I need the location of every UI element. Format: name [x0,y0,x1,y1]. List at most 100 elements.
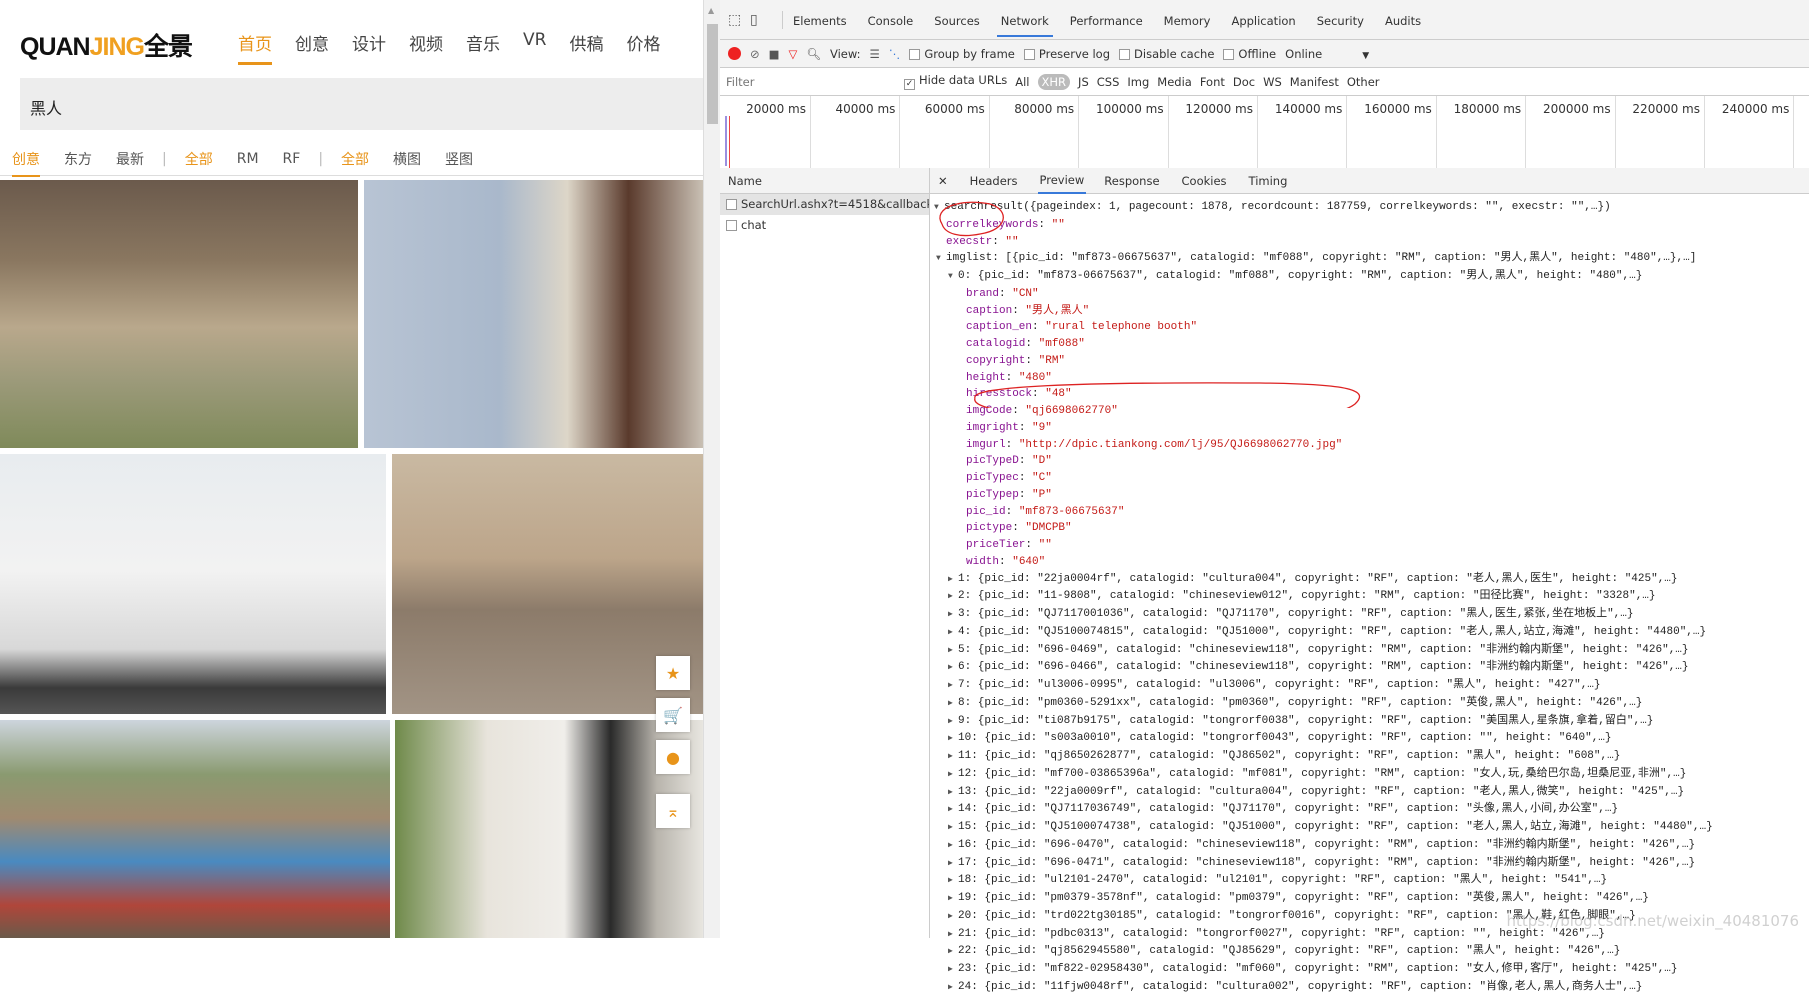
tab-network[interactable]: Network [996,3,1053,37]
json-item[interactable]: ▶ 15: {pic_id: "QJ5100074738", catalogid:… [934,819,1713,837]
waterfall-icon[interactable]: ⋱ [889,47,901,61]
tab-application[interactable]: Application [1231,3,1295,37]
json-item[interactable]: ▼ 0: {pic_id: "mf873-06675637", catalogid… [934,268,1713,286]
filter-icon[interactable]: ▽ [789,47,798,61]
throttling-select[interactable]: Online ▼ [1285,47,1369,61]
nav-item[interactable]: 价格 [626,30,660,65]
filter-option[interactable]: 最新 [116,149,144,169]
triangle-right-icon[interactable]: ▶ [948,607,958,624]
search-input[interactable]: 黑人 [20,78,703,130]
json-root[interactable]: ▼ searchresult({pageindex: 1, pagecount: … [934,199,1713,217]
triangle-right-icon[interactable]: ▶ [948,731,958,748]
disable-cache-checkbox[interactable]: Disable cache [1119,47,1214,61]
triangle-down-icon[interactable]: ▼ [934,200,944,217]
network-overview-timeline[interactable]: 20000 ms 40000 ms 60000 ms 80000 ms 100000 m… [720,96,1809,176]
name-column-header[interactable]: Name [720,168,929,194]
triangle-right-icon[interactable]: ▶ [948,660,958,677]
json-item[interactable]: ▶ 5: {pic_id: "696-0469", catalogid: "chi… [934,642,1713,660]
nav-item[interactable]: 首页 [238,30,272,65]
filter-option[interactable]: 全部 [341,149,369,169]
photo-phone-booth[interactable] [0,180,358,448]
search-icon[interactable]: 🔍︎ [806,47,821,61]
type-filter-xhr[interactable]: XHR [1037,73,1071,90]
tab-cookies[interactable]: Cookies [1182,174,1227,188]
triangle-right-icon[interactable]: ▶ [948,944,958,961]
triangle-right-icon[interactable]: ▶ [948,785,958,802]
hide-data-urls-checkbox[interactable]: ✓ Hide data URLs [904,73,1007,90]
triangle-right-icon[interactable]: ▶ [948,980,958,997]
triangle-right-icon[interactable]: ▶ [948,802,958,819]
preserve-log-checkbox[interactable]: Preserve log [1023,47,1110,61]
json-item[interactable]: ▶ 19: {pic_id: "pm0379-3578nf", catalogid… [934,890,1713,908]
json-item[interactable]: ▶ 8: {pic_id: "pm0360-5291xx", catalogid:… [934,695,1713,713]
back-to-top-button[interactable]: ⌅ [656,794,690,828]
capture-screenshots-icon[interactable]: ■ [769,47,780,61]
request-row[interactable]: chat [720,215,929,236]
triangle-down-icon[interactable]: ▼ [936,251,946,268]
close-icon[interactable]: ✕ [938,174,948,188]
json-item[interactable]: ▶ 2: {pic_id: "11-9808", catalogid: "chin… [934,588,1713,606]
triangle-right-icon[interactable]: ▶ [948,838,958,855]
scroll-thumb[interactable] [707,24,718,124]
json-item[interactable]: ▶ 1: {pic_id: "22ja0004rf", catalogid: "c… [934,571,1713,589]
filter-option[interactable]: 竖图 [445,149,473,169]
json-item[interactable]: ▶ 10: {pic_id: "s003a0010", catalogid: "t… [934,730,1713,748]
tab-performance[interactable]: Performance [1070,3,1143,37]
type-filter-media[interactable]: Media [1157,75,1192,89]
json-item[interactable]: ▶ 23: {pic_id: "mf822-02958430", catalogi… [934,961,1713,979]
filter-option[interactable]: 横图 [393,149,421,169]
triangle-right-icon[interactable]: ▶ [948,625,958,642]
type-filter-font[interactable]: Font [1200,75,1225,89]
nav-item[interactable]: 视频 [409,30,443,65]
filter-option[interactable]: RF [283,151,301,167]
type-filter-img[interactable]: Img [1127,75,1149,89]
photo-township[interactable] [0,720,390,938]
json-item[interactable]: ▶ 3: {pic_id: "QJ7117001036", catalogid: … [934,606,1713,624]
type-filter-manifest[interactable]: Manifest [1290,75,1339,89]
triangle-right-icon[interactable]: ▶ [948,856,958,873]
scroll-up-icon[interactable]: ▲ [708,6,714,15]
type-filter-doc[interactable]: Doc [1233,75,1255,89]
triangle-right-icon[interactable]: ▶ [948,714,958,731]
triangle-right-icon[interactable]: ▶ [948,589,958,606]
nav-item[interactable]: VR [523,30,546,65]
json-item[interactable]: ▶ 11: {pic_id: "qj8650262877", catalogid:… [934,748,1713,766]
filter-option[interactable]: 创意 [12,149,40,177]
json-item[interactable]: ▶ 13: {pic_id: "22ja0009rf", catalogid: "… [934,784,1713,802]
triangle-right-icon[interactable]: ▶ [948,927,958,944]
json-item[interactable]: ▶ 4: {pic_id: "QJ5100074815", catalogid: … [934,624,1713,642]
tab-response[interactable]: Response [1104,174,1159,188]
filter-input[interactable] [726,70,896,93]
group-by-frame-checkbox[interactable]: Group by frame [909,47,1015,61]
triangle-right-icon[interactable]: ▶ [948,572,958,589]
type-filter-js[interactable]: JS [1078,75,1089,89]
triangle-right-icon[interactable]: ▶ [948,696,958,713]
triangle-right-icon[interactable]: ▶ [948,909,958,926]
json-item[interactable]: ▶ 16: {pic_id: "696-0470", catalogid: "ch… [934,837,1713,855]
triangle-right-icon[interactable]: ▶ [948,962,958,979]
triangle-right-icon[interactable]: ▶ [948,678,958,695]
triangle-right-icon[interactable]: ▶ [948,820,958,837]
tab-headers[interactable]: Headers [970,174,1018,188]
json-item[interactable]: ▶ 18: {pic_id: "ul2101-2470", catalogid: … [934,872,1713,890]
json-item[interactable]: ▶ 7: {pic_id: "ul3006-0995", catalogid: "… [934,677,1713,695]
tab-preview[interactable]: Preview [1037,167,1087,194]
tab-sources[interactable]: Sources [934,3,980,37]
triangle-down-icon[interactable]: ▼ [948,269,958,286]
nav-item[interactable]: 设计 [352,30,386,65]
photo-elderly-men[interactable] [364,180,703,448]
favorite-button[interactable]: ★ [656,656,690,690]
triangle-right-icon[interactable]: ▶ [948,873,958,890]
triangle-right-icon[interactable]: ▶ [948,749,958,766]
large-rows-icon[interactable]: ☰ [870,47,880,61]
request-row[interactable]: SearchUrl.ashx?t=4518&callback... [720,194,929,215]
type-filter-css[interactable]: CSS [1097,75,1120,89]
triangle-right-icon[interactable]: ▶ [948,891,958,908]
json-imglist[interactable]: ▼ imglist: [{pic_id: "mf873-06675637", ca… [934,250,1713,268]
nav-item[interactable]: 创意 [295,30,329,65]
inspect-element-icon[interactable]: ⬚ [728,12,750,28]
filter-option[interactable]: 全部 [185,149,213,169]
filter-option[interactable]: 东方 [64,149,92,169]
quanjing-logo[interactable]: QUANJING全景 [20,27,193,63]
triangle-right-icon[interactable]: ▶ [948,767,958,784]
